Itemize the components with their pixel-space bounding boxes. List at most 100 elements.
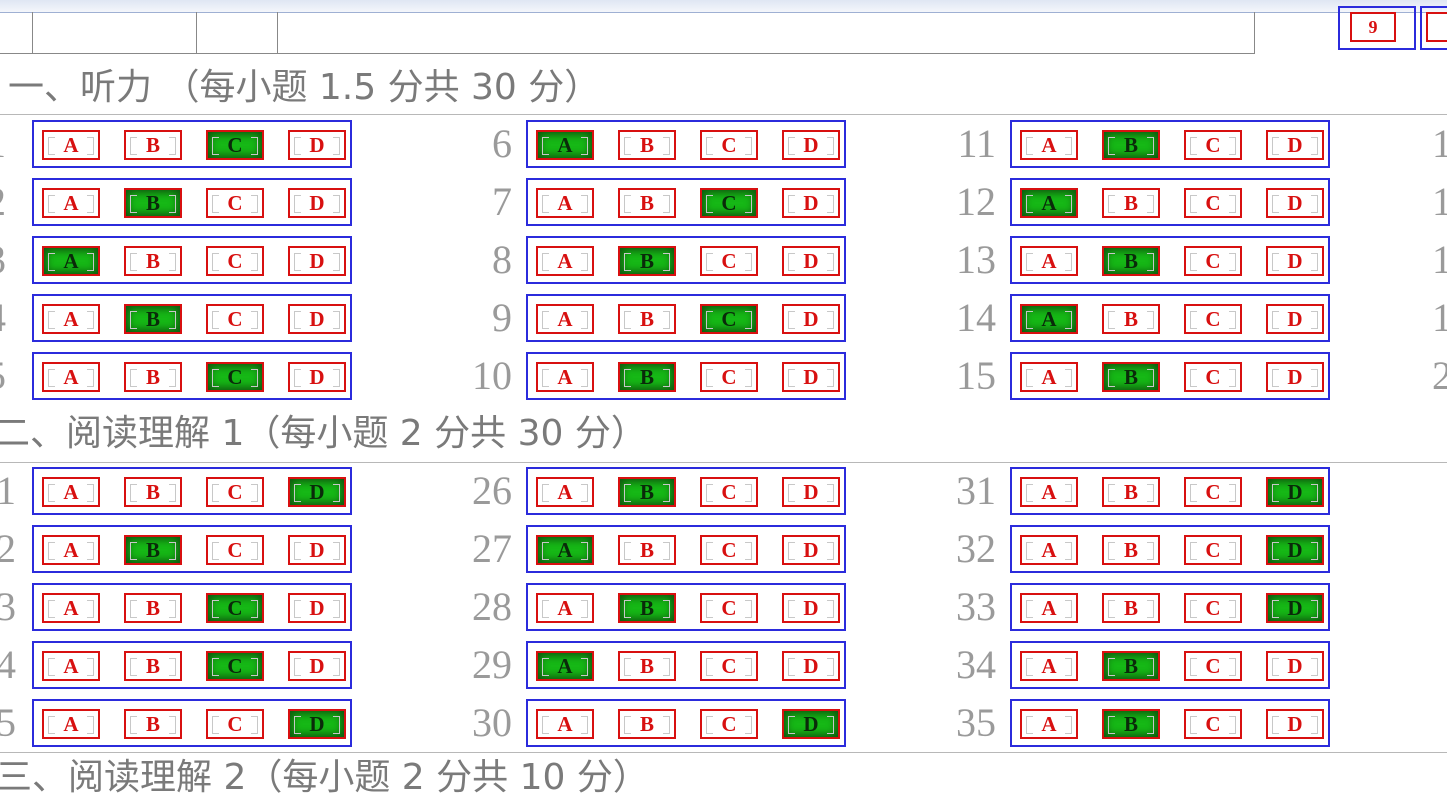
option-b-bubble[interactable]: B (1102, 709, 1160, 739)
option-b-bubble[interactable]: B (618, 304, 676, 334)
option-b-bubble[interactable]: B (618, 188, 676, 218)
option-a-bubble[interactable]: A (1020, 593, 1078, 623)
option-a-bubble[interactable]: A (1020, 651, 1078, 681)
option-d-bubble[interactable]: D (288, 246, 346, 276)
option-b-bubble[interactable]: B (124, 130, 182, 160)
option-b-bubble[interactable]: B (618, 477, 676, 507)
option-b-bubble[interactable]: B (1102, 362, 1160, 392)
option-c-bubble[interactable]: C (1184, 651, 1242, 681)
option-d-bubble[interactable]: D (782, 535, 840, 565)
option-a-bubble[interactable]: A (42, 709, 100, 739)
option-a-bubble[interactable]: A (1020, 535, 1078, 565)
option-c-bubble[interactable]: C (206, 188, 264, 218)
option-a-bubble[interactable]: A (536, 651, 594, 681)
option-b-bubble[interactable]: B (618, 362, 676, 392)
option-d-bubble[interactable]: D (782, 593, 840, 623)
option-c-bubble[interactable]: C (1184, 593, 1242, 623)
option-c-bubble[interactable]: C (206, 709, 264, 739)
option-c-bubble[interactable]: C (206, 651, 264, 681)
option-c-bubble[interactable]: C (700, 362, 758, 392)
option-c-bubble[interactable]: C (700, 188, 758, 218)
option-b-bubble[interactable]: B (1102, 593, 1160, 623)
option-d-bubble[interactable]: D (782, 709, 840, 739)
option-a-bubble[interactable]: A (536, 246, 594, 276)
option-d-bubble[interactable]: D (288, 535, 346, 565)
option-a-bubble[interactable]: A (1020, 246, 1078, 276)
option-a-bubble[interactable]: A (42, 651, 100, 681)
option-a-bubble[interactable]: A (536, 304, 594, 334)
option-b-bubble[interactable]: B (1102, 651, 1160, 681)
option-b-bubble[interactable]: B (124, 304, 182, 334)
option-b-bubble[interactable]: B (618, 130, 676, 160)
option-a-bubble[interactable]: A (1020, 188, 1078, 218)
option-a-bubble[interactable]: A (536, 709, 594, 739)
option-a-bubble[interactable]: A (1020, 709, 1078, 739)
question-badge-partial[interactable] (1420, 6, 1447, 50)
option-b-bubble[interactable]: B (1102, 188, 1160, 218)
option-c-bubble[interactable]: C (206, 304, 264, 334)
option-a-bubble[interactable]: A (42, 535, 100, 565)
option-b-bubble[interactable]: B (618, 246, 676, 276)
option-c-bubble[interactable]: C (700, 535, 758, 565)
option-c-bubble[interactable]: C (1184, 188, 1242, 218)
option-b-bubble[interactable]: B (124, 709, 182, 739)
option-b-bubble[interactable]: B (1102, 130, 1160, 160)
option-d-bubble[interactable]: D (782, 130, 840, 160)
question-badge[interactable]: 9 (1338, 6, 1416, 50)
option-d-bubble[interactable]: D (782, 188, 840, 218)
option-d-bubble[interactable]: D (1266, 130, 1324, 160)
option-c-bubble[interactable]: C (700, 651, 758, 681)
option-b-bubble[interactable]: B (1102, 246, 1160, 276)
option-a-bubble[interactable]: A (536, 535, 594, 565)
option-b-bubble[interactable]: B (618, 535, 676, 565)
option-d-bubble[interactable]: D (288, 477, 346, 507)
option-b-bubble[interactable]: B (1102, 304, 1160, 334)
option-b-bubble[interactable]: B (618, 709, 676, 739)
option-c-bubble[interactable]: C (1184, 535, 1242, 565)
option-d-bubble[interactable]: D (1266, 246, 1324, 276)
option-b-bubble[interactable]: B (124, 651, 182, 681)
option-d-bubble[interactable]: D (1266, 651, 1324, 681)
option-d-bubble[interactable]: D (1266, 188, 1324, 218)
option-a-bubble[interactable]: A (1020, 477, 1078, 507)
option-b-bubble[interactable]: B (124, 246, 182, 276)
option-b-bubble[interactable]: B (124, 535, 182, 565)
option-a-bubble[interactable]: A (536, 188, 594, 218)
option-d-bubble[interactable]: D (288, 651, 346, 681)
option-c-bubble[interactable]: C (700, 304, 758, 334)
option-d-bubble[interactable]: D (782, 246, 840, 276)
option-c-bubble[interactable]: C (206, 130, 264, 160)
option-a-bubble[interactable]: A (42, 362, 100, 392)
option-a-bubble[interactable]: A (42, 188, 100, 218)
option-c-bubble[interactable]: C (1184, 304, 1242, 334)
option-a-bubble[interactable]: A (1020, 304, 1078, 334)
option-c-bubble[interactable]: C (700, 709, 758, 739)
option-a-bubble[interactable]: A (1020, 362, 1078, 392)
option-c-bubble[interactable]: C (1184, 477, 1242, 507)
option-d-bubble[interactable]: D (1266, 535, 1324, 565)
option-d-bubble[interactable]: D (288, 304, 346, 334)
option-a-bubble[interactable]: A (1020, 130, 1078, 160)
option-b-bubble[interactable]: B (1102, 535, 1160, 565)
option-c-bubble[interactable]: C (1184, 362, 1242, 392)
option-a-bubble[interactable]: A (42, 304, 100, 334)
option-a-bubble[interactable]: A (536, 477, 594, 507)
option-d-bubble[interactable]: D (782, 477, 840, 507)
option-c-bubble[interactable]: C (700, 130, 758, 160)
option-d-bubble[interactable]: D (782, 362, 840, 392)
option-c-bubble[interactable]: C (700, 593, 758, 623)
option-c-bubble[interactable]: C (206, 246, 264, 276)
option-a-bubble[interactable]: A (536, 130, 594, 160)
option-d-bubble[interactable]: D (782, 304, 840, 334)
option-d-bubble[interactable]: D (1266, 362, 1324, 392)
option-d-bubble[interactable]: D (288, 593, 346, 623)
option-a-bubble[interactable]: A (536, 593, 594, 623)
option-d-bubble[interactable]: D (1266, 593, 1324, 623)
option-d-bubble[interactable]: D (1266, 477, 1324, 507)
option-a-bubble[interactable]: A (42, 477, 100, 507)
option-c-bubble[interactable]: C (206, 535, 264, 565)
option-b-bubble[interactable]: B (124, 188, 182, 218)
option-c-bubble[interactable]: C (700, 246, 758, 276)
option-a-bubble[interactable]: A (42, 246, 100, 276)
option-b-bubble[interactable]: B (618, 593, 676, 623)
